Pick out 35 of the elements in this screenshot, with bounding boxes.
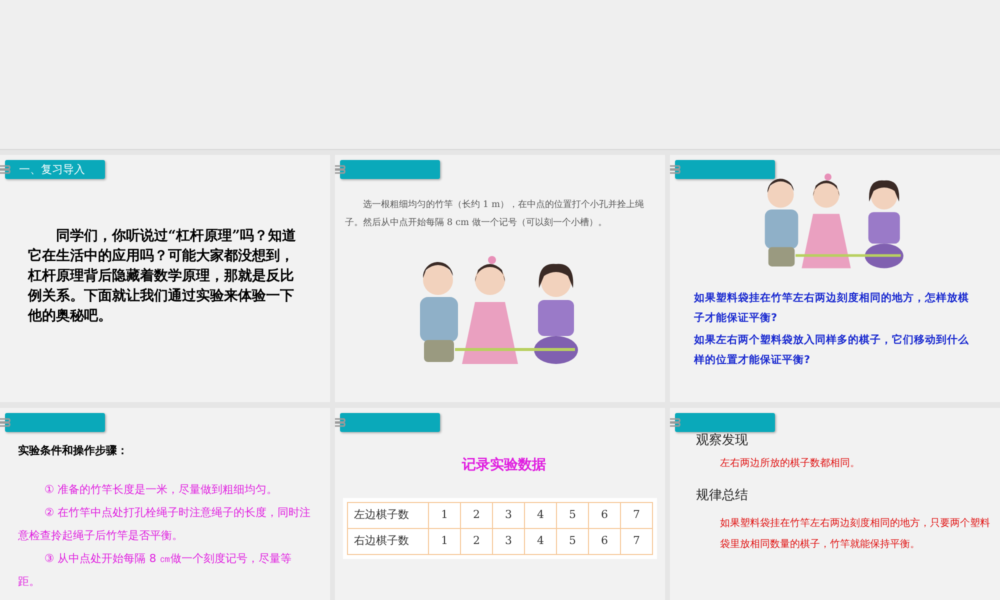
table-cell: 4 — [524, 502, 556, 528]
step-text: ② 在竹竿中点处打孔栓绳子时注意绳子的长度，同时注意检查拎起绳子后竹竿是否平衡。 — [18, 504, 312, 544]
clip-icon — [335, 164, 347, 174]
table-cell: 3 — [492, 528, 524, 554]
clip-icon — [0, 164, 12, 174]
clip-icon — [670, 164, 682, 174]
question-text: 如果塑料袋挂在竹竿左右两边刻度相同的地方，怎样放棋子才能保证平衡? — [694, 290, 970, 326]
finding-text: 如果塑料袋挂在竹竿左右两边刻度相同的地方，只要两个塑料袋里放相同数量的棋子，竹竿就能保持平衡。 — [720, 516, 991, 552]
table-title: 记录实验数据 — [462, 456, 546, 475]
intro-paragraph: 同学们，你听说过“杠杆原理”吗？知道它在生活中的应用吗？可能大家都没想到，杠杆原理背后隐藏着数学原理，那就是反比例关系。下面就让我们通过实验来体验一下他的奥秘吧。 — [28, 227, 298, 326]
table-cell: 5 — [556, 502, 588, 528]
table-cell: 3 — [492, 502, 524, 528]
clip-icon — [670, 417, 682, 427]
step-text: ③ 从中点处开始每隔 8 ㎝做一个刻度记号，尽量等距。 — [18, 550, 293, 590]
table-cell: 7 — [620, 528, 652, 554]
table-cell: 4 — [524, 528, 556, 554]
section-heading: 规律总结 — [696, 486, 749, 504]
table-cell: 5 — [556, 528, 588, 554]
table-cell: 6 — [588, 502, 620, 528]
table-cell: 2 — [460, 502, 492, 528]
table-cell: 2 — [460, 528, 492, 554]
table-cell: 1 — [428, 502, 460, 528]
table-cell: 右边棋子数 — [348, 528, 428, 554]
clip-icon — [0, 417, 12, 427]
table-cell: 左边棋子数 — [348, 502, 428, 528]
question-text: 如果左右两个塑料袋放入同样多的棋子，它们移动到什么样的位置才能保证平衡? — [694, 332, 970, 368]
finding-text: 左右两边所放的棋子数都相同。 — [720, 456, 861, 470]
table-cell: 6 — [588, 528, 620, 554]
instruction-paragraph: 选一根粗细均匀的竹竿（长约 1 m），在中点的位置打个小孔并拴上绳子。然后从中点开始每隔 8 cm 做一个记号（可以刻一个小槽）。 — [345, 198, 645, 230]
clip-icon — [335, 417, 347, 427]
section-heading: 观察发现 — [696, 432, 749, 450]
table-cell: 7 — [620, 502, 652, 528]
steps-heading: 实验条件和操作步骤： — [18, 443, 129, 459]
step-text: ① 准备的竹竿长度是一米，尽量做到粗细均匀。 — [43, 482, 279, 498]
table-cell: 1 — [428, 528, 460, 554]
